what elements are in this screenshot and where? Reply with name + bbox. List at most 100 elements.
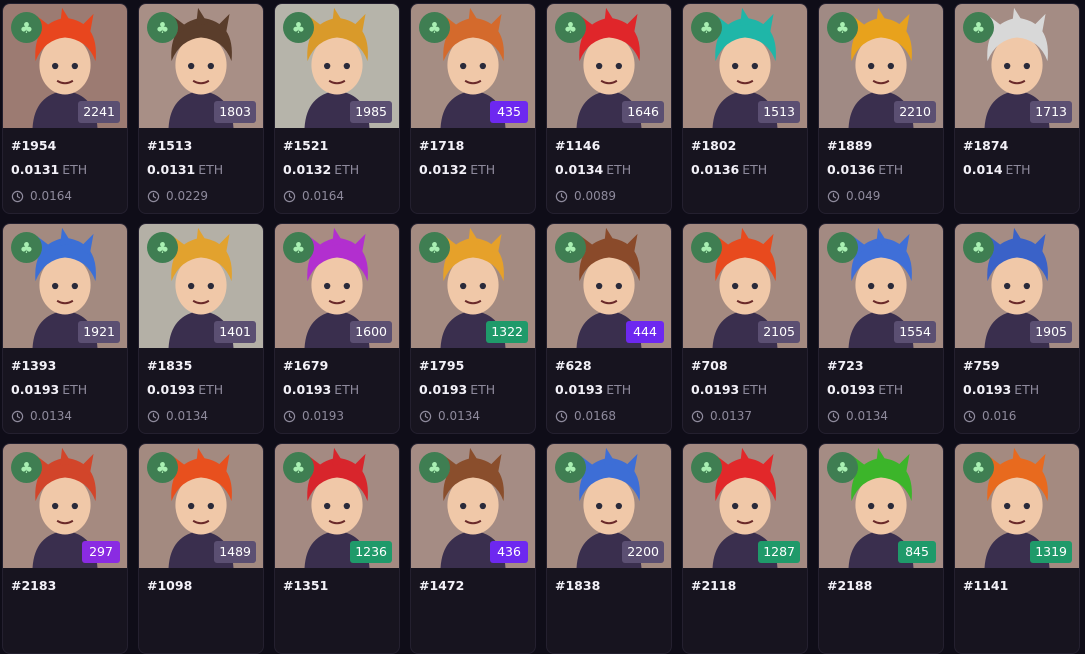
nft-card[interactable]: ♣ 1322 #1795 0.0193 ETH 0.0134 — [410, 223, 536, 434]
last-sale: 0.0134 — [827, 408, 935, 424]
rarity-rank-badge: 1236 — [350, 541, 392, 563]
nft-card[interactable]: ♣ 435 #1718 0.0132 ETH — [410, 3, 536, 214]
nft-card[interactable]: ♣ 845 #2188 — [818, 443, 944, 654]
nft-thumbnail[interactable]: ♣ 1921 — [3, 224, 127, 350]
token-id: #1889 — [827, 138, 873, 153]
last-sale-value: 0.0137 — [710, 409, 752, 423]
clover-icon: ♣ — [147, 12, 178, 43]
price-value: 0.0132 — [419, 162, 468, 177]
nft-card[interactable]: ♣ 1803 #1513 0.0131 ETH 0.0229 — [138, 3, 264, 214]
price: 0.0136 ETH — [827, 162, 935, 178]
price-value: 0.0193 — [11, 382, 60, 397]
last-sale: 0.0164 — [11, 188, 119, 204]
clover-icon: ♣ — [283, 452, 314, 483]
nft-thumbnail[interactable]: ♣ 1319 — [955, 444, 1079, 570]
nft-card[interactable]: ♣ 2210 #1889 0.0136 ETH 0.049 — [818, 3, 944, 214]
card-info: #1835 0.0193 ETH 0.0134 — [139, 350, 263, 424]
rarity-rank-badge: 1489 — [214, 541, 256, 563]
nft-card[interactable]: ♣ 1713 #1874 0.014 ETH — [954, 3, 1080, 214]
nft-thumbnail[interactable]: ♣ 436 — [411, 444, 535, 570]
nft-card[interactable]: ♣ 1319 #1141 — [954, 443, 1080, 654]
last-sale-value: 0.0134 — [846, 409, 888, 423]
last-sale-icon — [147, 410, 160, 422]
clover-icon: ♣ — [11, 452, 42, 483]
nft-thumbnail[interactable]: ♣ 1236 — [275, 444, 399, 570]
nft-thumbnail[interactable]: ♣ 2200 — [547, 444, 671, 570]
nft-thumbnail[interactable]: ♣ 845 — [819, 444, 943, 570]
price: 0.0131 ETH — [11, 162, 119, 178]
token-id: #2118 — [691, 578, 737, 593]
nft-thumbnail[interactable]: ♣ 1554 — [819, 224, 943, 350]
nft-card[interactable]: ♣ 1600 #1679 0.0193 ETH 0.0193 — [274, 223, 400, 434]
price-value: 0.0134 — [555, 162, 604, 177]
nft-thumbnail[interactable]: ♣ 435 — [411, 4, 535, 130]
nft-thumbnail[interactable]: ♣ 2105 — [683, 224, 807, 350]
nft-card[interactable]: ♣ 1905 #759 0.0193 ETH 0.016 — [954, 223, 1080, 434]
nft-card[interactable]: ♣ 1287 #2118 — [682, 443, 808, 654]
nft-card[interactable]: ♣ 1554 #723 0.0193 ETH 0.0134 — [818, 223, 944, 434]
nft-thumbnail[interactable]: ♣ 1803 — [139, 4, 263, 130]
price: 0.0136 ETH — [691, 162, 799, 178]
rarity-rank-badge: 1905 — [1030, 321, 1072, 343]
clover-icon: ♣ — [147, 232, 178, 263]
price: 0.014 ETH — [963, 162, 1071, 178]
last-sale: 0.0229 — [147, 188, 255, 204]
last-sale: 0.0134 — [11, 408, 119, 424]
nft-card[interactable]: ♣ 297 #2183 — [2, 443, 128, 654]
nft-thumbnail[interactable]: ♣ 1600 — [275, 224, 399, 350]
nft-thumbnail[interactable]: ♣ 1401 — [139, 224, 263, 350]
nft-card[interactable]: ♣ 1236 #1351 — [274, 443, 400, 654]
nft-thumbnail[interactable]: ♣ 1287 — [683, 444, 807, 570]
token-id: #1679 — [283, 358, 329, 373]
nft-card[interactable]: ♣ 1646 #1146 0.0134 ETH 0.0089 — [546, 3, 672, 214]
nft-card[interactable]: ♣ 1985 #1521 0.0132 ETH 0.0164 — [274, 3, 400, 214]
last-sale-icon — [11, 410, 24, 422]
nft-thumbnail[interactable]: ♣ 1713 — [955, 4, 1079, 130]
clover-icon: ♣ — [691, 452, 722, 483]
price: 0.0193 ETH — [963, 382, 1071, 398]
last-sale-value: 0.0089 — [574, 189, 616, 203]
card-info: #1472 — [411, 570, 535, 594]
token-id: #708 — [691, 358, 728, 373]
currency-label: ETH — [198, 382, 224, 397]
clover-icon: ♣ — [11, 232, 42, 263]
price: 0.0193 ETH — [691, 382, 799, 398]
currency-label: ETH — [878, 382, 904, 397]
nft-thumbnail[interactable]: ♣ 1489 — [139, 444, 263, 570]
rarity-rank-badge: 1401 — [214, 321, 256, 343]
nft-card[interactable]: ♣ 1401 #1835 0.0193 ETH 0.0134 — [138, 223, 264, 434]
last-sale-icon — [555, 410, 568, 422]
nft-card[interactable]: ♣ 2105 #708 0.0193 ETH 0.0137 — [682, 223, 808, 434]
nft-grid: ♣ 2241 #1954 0.0131 ETH 0.0164 ♣ 1803 #1… — [2, 3, 1080, 654]
last-sale-value: 0.0134 — [166, 409, 208, 423]
price-value: 0.0193 — [283, 382, 332, 397]
nft-thumbnail[interactable]: ♣ 1322 — [411, 224, 535, 350]
nft-thumbnail[interactable]: ♣ 444 — [547, 224, 671, 350]
last-sale-value: 0.0134 — [438, 409, 480, 423]
nft-thumbnail[interactable]: ♣ 1646 — [547, 4, 671, 130]
nft-thumbnail[interactable]: ♣ 2210 — [819, 4, 943, 130]
rarity-rank-badge: 2210 — [894, 101, 936, 123]
rarity-rank-badge: 1554 — [894, 321, 936, 343]
card-info: #1513 0.0131 ETH 0.0229 — [139, 130, 263, 204]
price-value: 0.0136 — [827, 162, 876, 177]
last-sale-value: 0.0229 — [166, 189, 208, 203]
nft-card[interactable]: ♣ 444 #628 0.0193 ETH 0.0168 — [546, 223, 672, 434]
nft-card[interactable]: ♣ 1921 #1393 0.0193 ETH 0.0134 — [2, 223, 128, 434]
nft-thumbnail[interactable]: ♣ 2241 — [3, 4, 127, 130]
nft-card[interactable]: ♣ 436 #1472 — [410, 443, 536, 654]
token-id: #1835 — [147, 358, 193, 373]
card-info: #708 0.0193 ETH 0.0137 — [683, 350, 807, 424]
nft-card[interactable]: ♣ 2200 #1838 — [546, 443, 672, 654]
nft-thumbnail[interactable]: ♣ 1513 — [683, 4, 807, 130]
nft-card[interactable]: ♣ 2241 #1954 0.0131 ETH 0.0164 — [2, 3, 128, 214]
last-sale-value: 0.0134 — [30, 409, 72, 423]
token-id: #1802 — [691, 138, 737, 153]
nft-card[interactable]: ♣ 1513 #1802 0.0136 ETH — [682, 3, 808, 214]
rarity-rank-badge: 1319 — [1030, 541, 1072, 563]
nft-thumbnail[interactable]: ♣ 1905 — [955, 224, 1079, 350]
nft-thumbnail[interactable]: ♣ 297 — [3, 444, 127, 570]
currency-label: ETH — [742, 162, 768, 177]
nft-card[interactable]: ♣ 1489 #1098 — [138, 443, 264, 654]
nft-thumbnail[interactable]: ♣ 1985 — [275, 4, 399, 130]
